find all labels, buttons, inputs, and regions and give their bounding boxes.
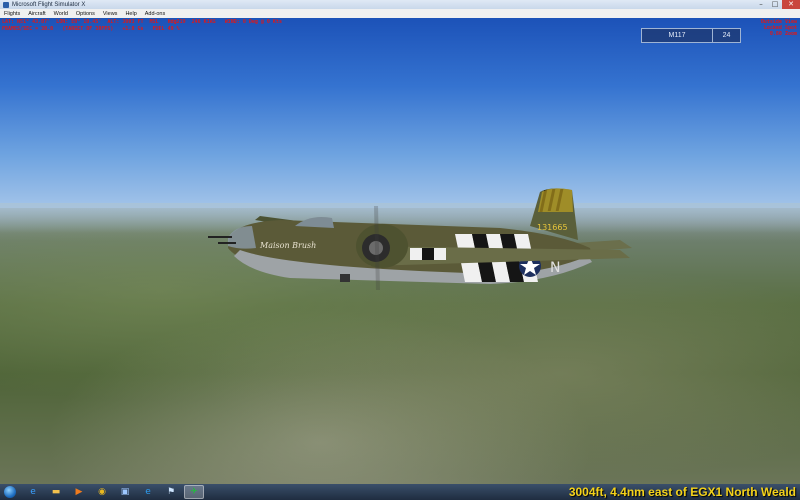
- atc-value: 24: [722, 32, 731, 39]
- tail-serial: 131665: [537, 223, 568, 232]
- app-icon: [3, 1, 9, 8]
- view-info-hud: Outside View Locked Spot 0.80 Zoom: [761, 19, 797, 37]
- flight-info-hud: LAT: N51° 43.07' LON: E0° 10.45' ALT: 30…: [2, 19, 282, 33]
- nose-art: Maison Brush: [259, 241, 316, 250]
- zoom-level: 0.80 Zoom: [769, 31, 797, 37]
- close-button[interactable]: ✕: [782, 0, 800, 9]
- folder-icon[interactable]: ▬: [46, 485, 66, 499]
- menu-views[interactable]: Views: [103, 11, 118, 17]
- menu-world[interactable]: World: [54, 11, 68, 17]
- photos-icon[interactable]: ▣: [115, 485, 135, 499]
- fuselage-code: N: [550, 260, 560, 276]
- minimize-button[interactable]: –: [754, 0, 768, 9]
- maximize-button[interactable]: □: [768, 0, 782, 9]
- menu-aircraft[interactable]: Aircraft: [28, 11, 45, 17]
- window-titlebar[interactable]: Microsoft Flight Simulator X – □ ✕: [0, 0, 800, 9]
- start-button[interactable]: [0, 484, 20, 500]
- hud-performance-line: FRAMES/SEC = 30.0 (TARGET OF 30FPS) +1.0…: [2, 26, 180, 32]
- network-icon[interactable]: ⚑: [161, 485, 181, 499]
- chrome-icon[interactable]: ◉: [92, 485, 112, 499]
- flight-sim-icon[interactable]: ✈: [184, 485, 204, 499]
- b26-marauder-aircraft: 131665 N Maison Brush: [208, 188, 632, 291]
- menu-options[interactable]: Options: [76, 11, 95, 17]
- simulator-viewport[interactable]: 131665 N Maison Brush: [0, 18, 800, 484]
- edge-icon[interactable]: e: [138, 485, 158, 499]
- sky: [0, 18, 800, 213]
- ie-icon[interactable]: e: [23, 485, 43, 499]
- propeller-blur: [374, 205, 380, 291]
- location-status: 3004ft, 4.4nm east of EGX1 North Weald: [568, 485, 796, 499]
- window-title: Microsoft Flight Simulator X: [12, 1, 86, 8]
- pinned-apps: e ▬ ▶ ◉ ▣ e ⚑ ✈: [20, 485, 204, 499]
- media-player-icon[interactable]: ▶: [69, 485, 89, 499]
- menu-help[interactable]: Help: [125, 11, 136, 17]
- windows-logo-icon: [4, 486, 16, 498]
- atc-tag: M117: [642, 29, 713, 42]
- menu-flights[interactable]: Flights: [4, 11, 20, 17]
- window-controls: – □ ✕: [754, 0, 800, 9]
- tail-stripes: [538, 188, 573, 212]
- atc-label-panel[interactable]: M117 24: [641, 28, 741, 43]
- hud-position-line: LAT: N51° 43.07' LON: E0° 10.45' ALT: 30…: [2, 19, 282, 25]
- menu-bar: Flights Aircraft World Options Views Hel…: [0, 9, 800, 18]
- menu-addons[interactable]: Add-ons: [145, 11, 166, 17]
